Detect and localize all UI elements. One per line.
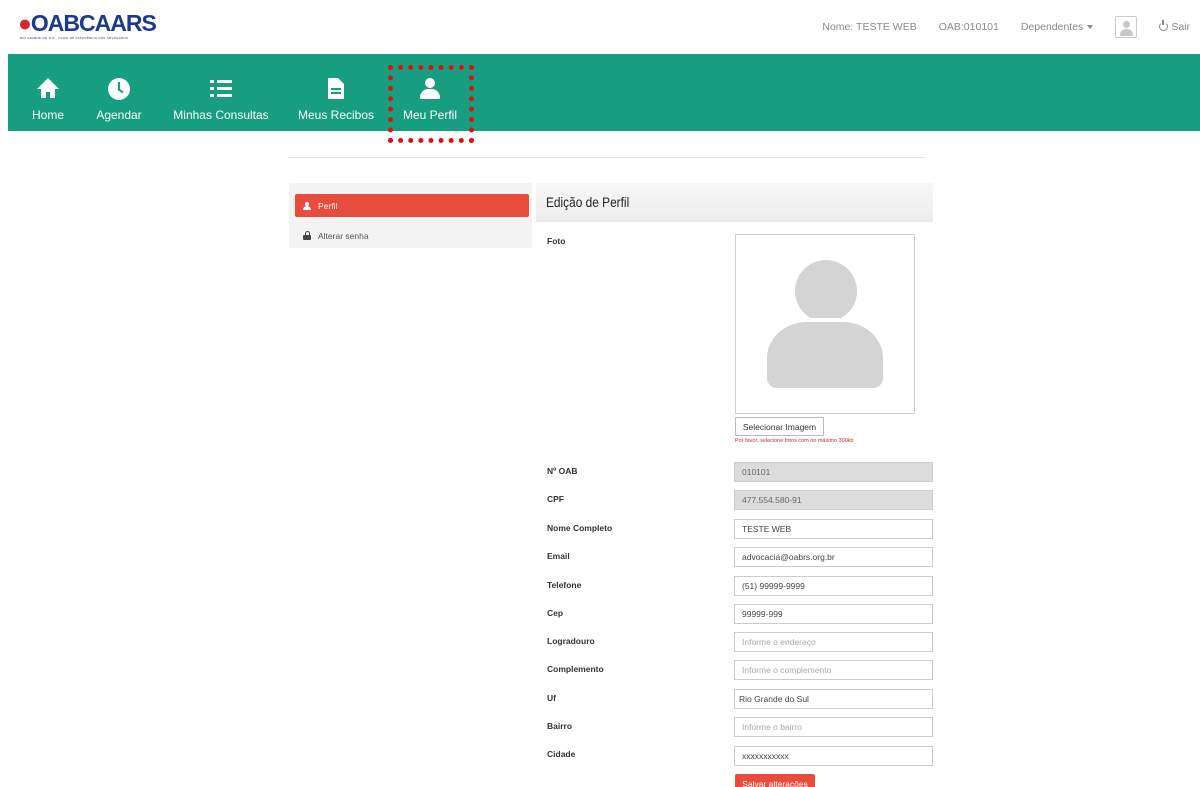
label-cidade: Cidade (547, 749, 576, 759)
cpf-field[interactable] (734, 490, 933, 510)
uf-select[interactable]: Rio Grande do Sul (734, 689, 933, 709)
photo-size-hint: Por favor, selecione fotos com no máximo… (735, 438, 854, 444)
top-bar: ●OABCAARS RIO GRANDE DO SUL · CAIXA DE A… (0, 0, 1200, 54)
avatar-placeholder-icon (795, 260, 857, 322)
main-nav: Home Agendar Minhas Consultas Meus Recib… (8, 54, 1200, 131)
label-email: Email (547, 551, 570, 561)
clock-icon (108, 78, 130, 100)
logo-wordmark: ●OABCAARS (18, 10, 157, 36)
nav-label: Home (31, 108, 64, 122)
sidebar-item-alterar-senha[interactable]: Alterar senha (295, 224, 529, 247)
panel-header: Edição de Perfil (536, 183, 933, 222)
label-telefone: Telefone (547, 580, 582, 590)
oab-number: OAB:010101 (938, 21, 999, 33)
avatar-icon[interactable] (1115, 16, 1138, 38)
sidebar-item-label: Alterar senha (318, 230, 369, 241)
save-button[interactable]: Salvar alterações (735, 774, 815, 787)
page-title: Edição de Perfil (546, 195, 630, 210)
address-field[interactable] (734, 632, 933, 652)
profile-photo (735, 234, 915, 414)
nav-item-meus-recibos[interactable]: Meus Recibos (294, 54, 378, 131)
complement-field[interactable] (734, 660, 933, 680)
sidebar-item-perfil[interactable]: Perfil (295, 194, 529, 217)
logout-button[interactable]: Sair (1159, 20, 1190, 33)
city-field[interactable] (734, 746, 933, 766)
phone-field[interactable] (734, 576, 933, 596)
oab-caars-logo[interactable]: ●OABCAARS RIO GRANDE DO SUL · CAIXA DE A… (18, 12, 157, 42)
dependents-dropdown[interactable]: Dependentes (1020, 21, 1094, 33)
nav-label: Minhas Consultas (173, 108, 269, 122)
nav-item-minhas-consultas[interactable]: Minhas Consultas (170, 54, 272, 131)
select-image-button[interactable]: Selecionar Imagem (735, 417, 824, 436)
home-icon (37, 78, 59, 100)
dependents-label: Dependentes (1020, 21, 1084, 33)
document-icon (325, 78, 347, 100)
photo-label: Foto (547, 236, 566, 246)
power-icon (1159, 20, 1169, 31)
full-name-field[interactable] (734, 519, 933, 539)
avatar-placeholder-body (767, 318, 883, 388)
highlight-annotation (388, 65, 474, 143)
divider (288, 157, 924, 158)
label-cpf: CPF (547, 494, 564, 504)
logout-label: Sair (1171, 21, 1190, 33)
profile-side-menu: Perfil Alterar senha (289, 183, 532, 248)
user-name: Nome: TESTE WEB (822, 21, 917, 33)
label-bairro: Bairro (547, 721, 573, 731)
nav-item-home[interactable]: Home (26, 54, 70, 131)
label-nome: Nome Completo (547, 523, 613, 533)
email-field[interactable] (734, 547, 933, 567)
label-complemento: Complemento (547, 664, 604, 674)
district-field[interactable] (734, 717, 933, 737)
logo-tagline: RIO GRANDE DO SUL · CAIXA DE ASSISTÊNCIA… (20, 36, 129, 40)
list-icon (210, 78, 232, 100)
user-info-bar: Nome: TESTE WEB OAB:010101 Dependentes S… (800, 0, 1190, 54)
lock-icon (303, 231, 311, 240)
cep-field[interactable] (734, 604, 933, 624)
caret-down-icon (1087, 25, 1094, 30)
nav-label: Agendar (96, 108, 142, 122)
oab-field[interactable] (734, 462, 933, 482)
sidebar-item-label: Perfil (318, 200, 338, 211)
user-icon (303, 201, 311, 210)
label-cep: Cep (547, 608, 564, 618)
nav-item-agendar[interactable]: Agendar (92, 54, 146, 131)
label-oab: Nº OAB (547, 466, 578, 476)
label-uf: Uf (547, 693, 556, 703)
nav-label: Meus Recibos (297, 108, 375, 122)
label-logradouro: Logradouro (547, 636, 595, 646)
